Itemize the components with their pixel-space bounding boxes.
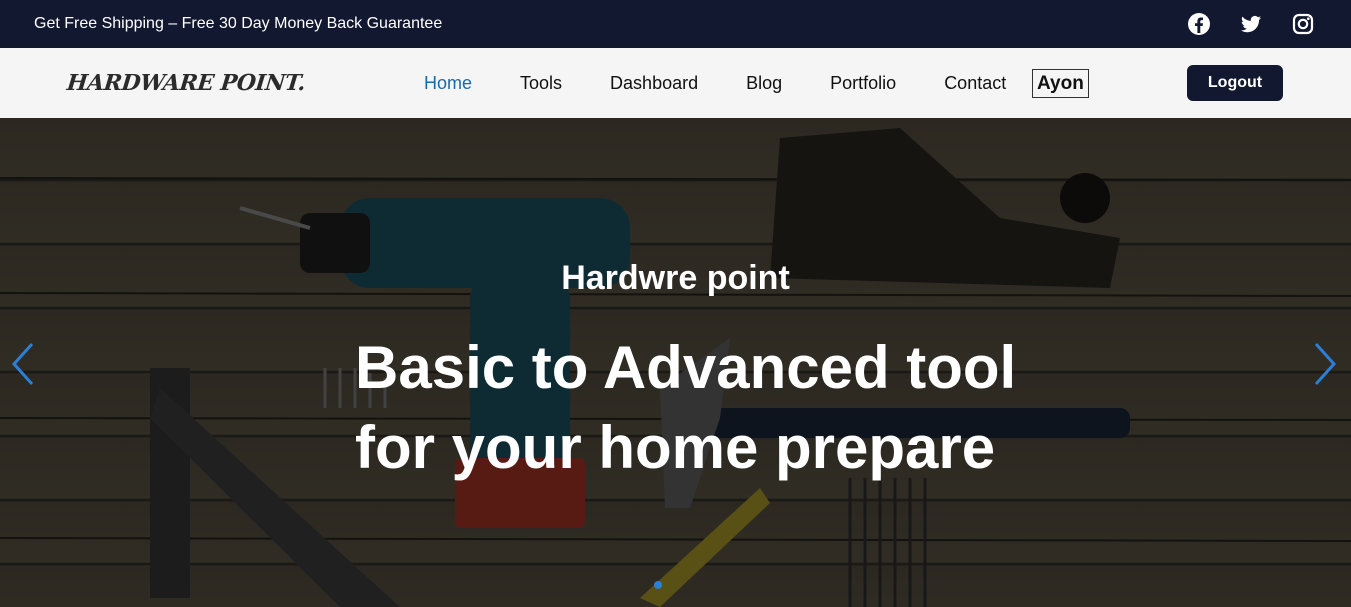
site-logo[interactable]: HARDWARE POINT. (66, 70, 307, 96)
user-name-badge: Ayon (1032, 69, 1089, 98)
top-announcement-bar: Get Free Shipping – Free 30 Day Money Ba… (0, 0, 1351, 48)
nav-link-home[interactable]: Home (424, 72, 472, 94)
nav-link-dashboard[interactable]: Dashboard (610, 72, 698, 94)
main-navbar: HARDWARE POINT. Home Tools Dashboard Blo… (0, 48, 1351, 118)
carousel-indicator-dot[interactable] (654, 581, 662, 589)
hero-carousel: Hardwre point Basic to Advanced tool for… (0, 118, 1351, 607)
twitter-icon[interactable] (1239, 12, 1263, 36)
nav-link-tools[interactable]: Tools (520, 72, 562, 94)
instagram-icon[interactable] (1291, 12, 1315, 36)
hero-subtitle: Hardwre point (561, 259, 790, 297)
logout-button[interactable]: Logout (1187, 65, 1283, 101)
promo-text: Get Free Shipping – Free 30 Day Money Ba… (34, 15, 443, 32)
social-links (1187, 12, 1315, 36)
chevron-right-icon[interactable] (1310, 340, 1340, 388)
chevron-left-icon[interactable] (8, 340, 38, 388)
facebook-icon[interactable] (1187, 12, 1211, 36)
nav-links: Home Tools Dashboard Blog Portfolio Cont… (424, 72, 1022, 94)
nav-link-portfolio[interactable]: Portfolio (830, 72, 896, 94)
hero-title: Basic to Advanced tool for your home pre… (355, 334, 1017, 481)
nav-link-contact[interactable]: Contact (944, 72, 1006, 94)
nav-link-blog[interactable]: Blog (746, 72, 782, 94)
